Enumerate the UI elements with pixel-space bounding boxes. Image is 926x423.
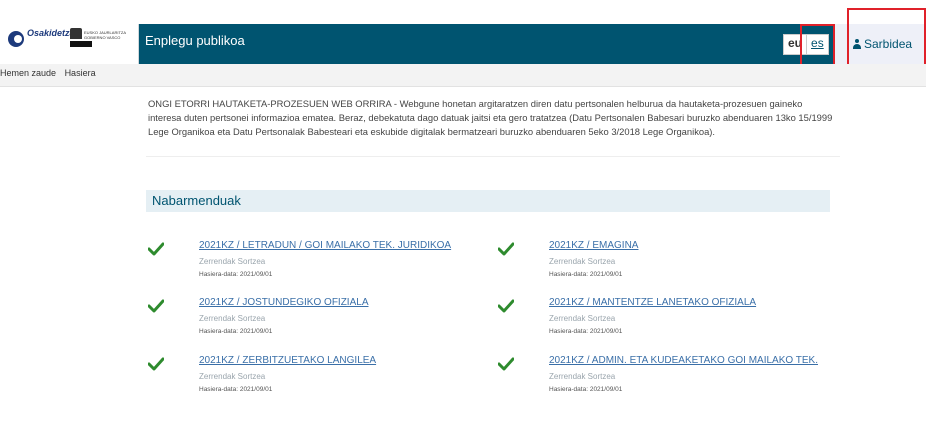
featured-item: 2021KZ / MANTENTZE LANETAKO OFIZIALA Zer… — [498, 297, 818, 347]
featured-item-status: Zerrendak Sortzea — [199, 257, 266, 266]
check-icon — [498, 299, 514, 313]
government-logo-text: EUSKO JAURLARITZA GOBIERNO VASCO — [84, 30, 126, 40]
featured-item: 2021KZ / ZERBITZUETAKO LANGILEA Zerrenda… — [148, 355, 468, 405]
content-divider — [146, 156, 840, 157]
featured-section-header — [146, 190, 830, 212]
featured-item-date: Hasiera-data: 2021/09/01 — [199, 386, 273, 393]
featured-item-date: Hasiera-data: 2021/09/01 — [199, 328, 273, 335]
featured-item: 2021KZ / ADMIN. ETA KUDEAKETAKO GOI MAIL… — [498, 355, 818, 405]
government-logo-bar — [70, 41, 92, 47]
featured-item-link[interactable]: 2021KZ / EMAGINA — [549, 240, 638, 251]
intro-text: ONGI ETORRI HAUTAKETA-PROZESUEN WEB ORRI… — [148, 98, 833, 137]
highlight-box-login — [847, 8, 926, 70]
check-icon — [498, 242, 514, 256]
logo-text: Osakidetza — [27, 28, 75, 38]
government-emblem-icon — [70, 28, 82, 39]
app-title: Enplegu publikoa — [145, 33, 245, 48]
featured-item-date: Hasiera-data: 2021/09/01 — [549, 386, 623, 393]
breadcrumb-bar — [0, 64, 926, 87]
featured-item-status: Zerrendak Sortzea — [199, 314, 266, 323]
featured-item-status: Zerrendak Sortzea — [549, 372, 616, 381]
highlight-box-language — [800, 24, 835, 68]
logo-area[interactable]: Osakidetza EUSKO JAURLARITZA GOBIERNO VA… — [0, 24, 139, 64]
featured-item-status: Zerrendak Sortzea — [549, 257, 616, 266]
featured-section-title: Nabarmenduak — [152, 193, 241, 208]
featured-item-date: Hasiera-data: 2021/09/01 — [199, 271, 273, 278]
featured-item-link[interactable]: 2021KZ / JOSTUNDEGIKO OFIZIALA — [199, 297, 369, 308]
featured-item-link[interactable]: 2021KZ / MANTENTZE LANETAKO OFIZIALA — [549, 297, 756, 308]
breadcrumb: Hemen zaude Hasiera — [0, 68, 96, 78]
featured-item: 2021KZ / EMAGINA Zerrendak Sortzea Hasie… — [498, 240, 818, 290]
featured-item: 2021KZ / LETRADUN / GOI MAILAKO TEK. JUR… — [148, 240, 468, 290]
check-icon — [498, 357, 514, 371]
featured-item-link[interactable]: 2021KZ / LETRADUN / GOI MAILAKO TEK. JUR… — [199, 240, 451, 251]
featured-item-date: Hasiera-data: 2021/09/01 — [549, 328, 623, 335]
check-icon — [148, 242, 164, 256]
featured-item-status: Zerrendak Sortzea — [549, 314, 616, 323]
featured-item-status: Zerrendak Sortzea — [199, 372, 266, 381]
featured-item-link[interactable]: 2021KZ / ADMIN. ETA KUDEAKETAKO GOI MAIL… — [549, 355, 818, 366]
breadcrumb-prefix: Hemen zaude — [0, 68, 57, 78]
featured-item-date: Hasiera-data: 2021/09/01 — [549, 271, 623, 278]
breadcrumb-current[interactable]: Hasiera — [65, 68, 96, 78]
osakidetza-logo-icon — [8, 31, 24, 47]
check-icon — [148, 357, 164, 371]
check-icon — [148, 299, 164, 313]
featured-item-link[interactable]: 2021KZ / ZERBITZUETAKO LANGILEA — [199, 355, 376, 366]
featured-item: 2021KZ / JOSTUNDEGIKO OFIZIALA Zerrendak… — [148, 297, 468, 347]
